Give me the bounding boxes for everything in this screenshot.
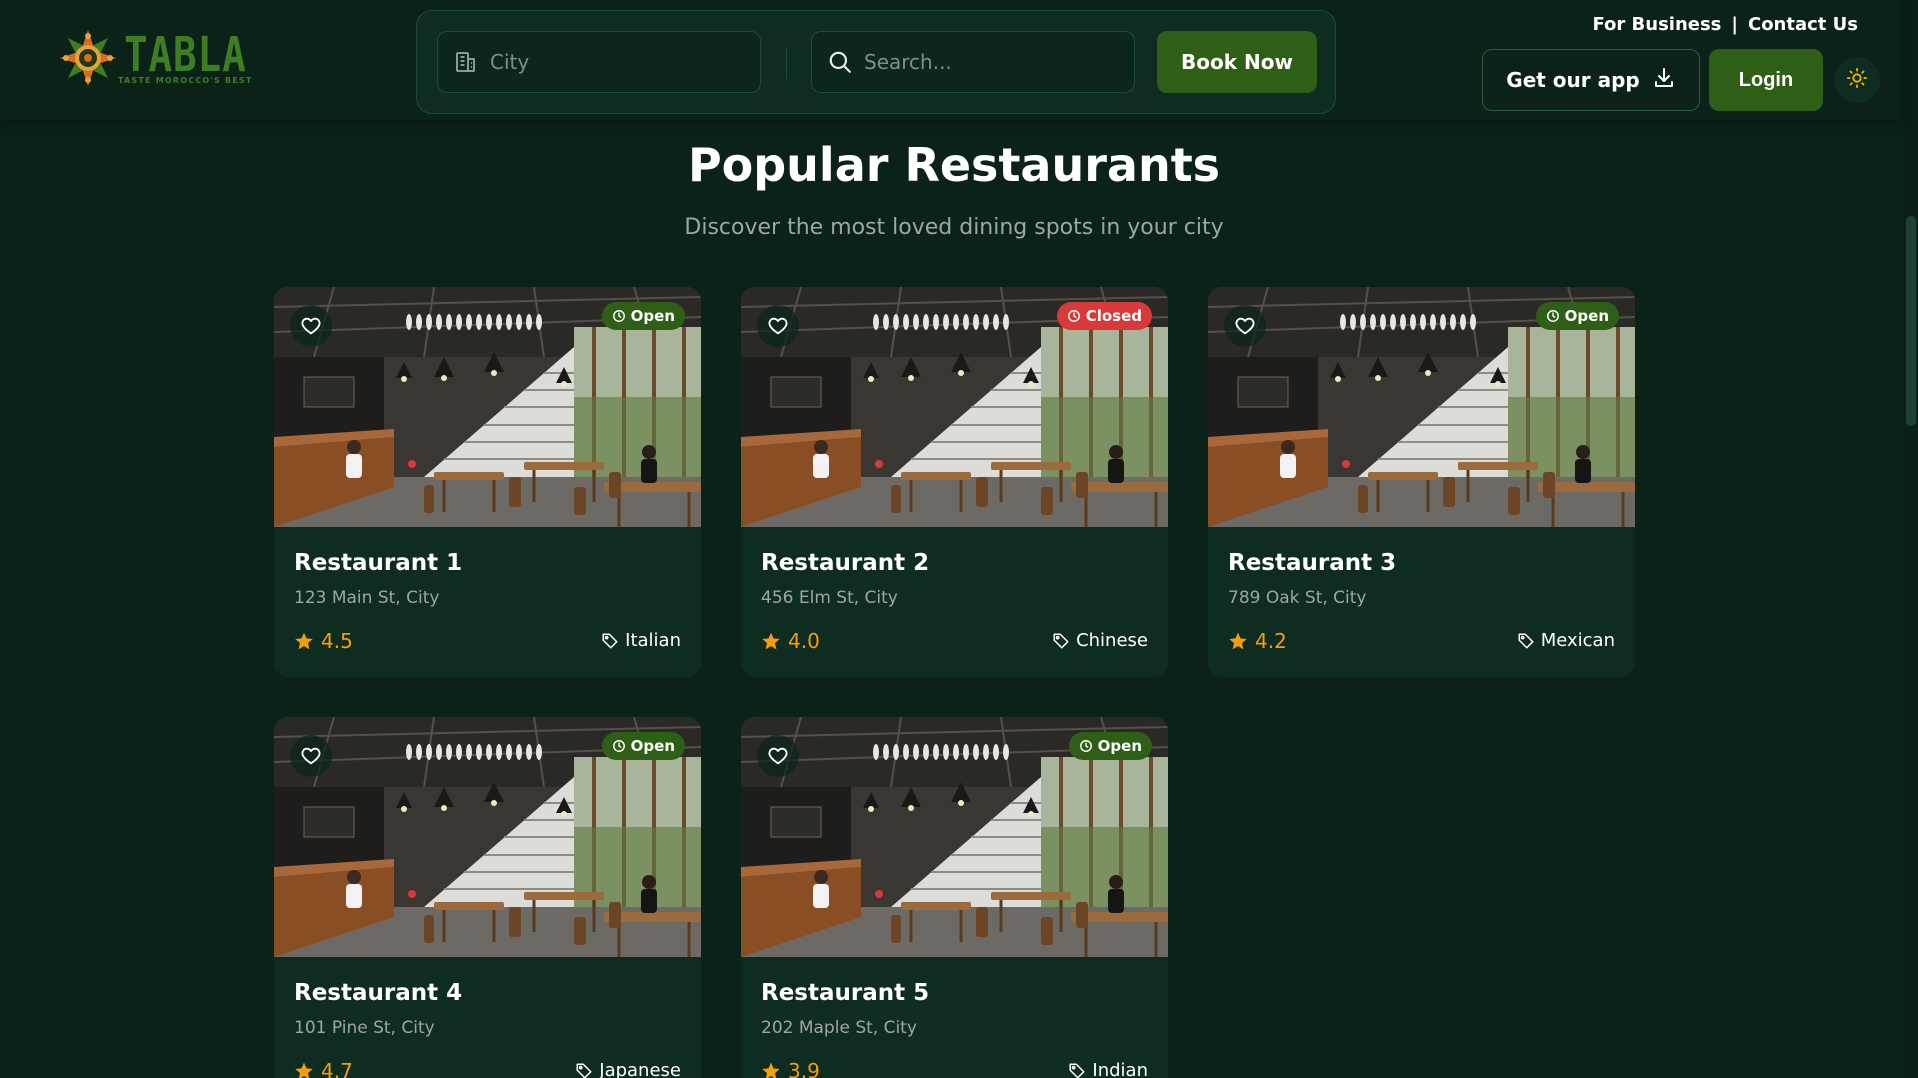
- clock-icon: [612, 310, 625, 322]
- theme-toggle-button[interactable]: [1834, 57, 1880, 103]
- cuisine-tag: Chinese: [1052, 630, 1148, 651]
- top-links: For Business | Contact Us: [1592, 14, 1858, 35]
- for-business-link[interactable]: For Business: [1592, 14, 1721, 35]
- tag-icon: [602, 633, 618, 648]
- star-icon: [295, 1062, 313, 1078]
- cuisine-tag: Mexican: [1517, 630, 1615, 651]
- rating-value: 4.0: [788, 629, 820, 653]
- heart-icon: [1235, 317, 1255, 335]
- search-input[interactable]: [864, 50, 1104, 74]
- scrollbar-thumb[interactable]: [1906, 216, 1916, 426]
- star-icon: [762, 632, 780, 650]
- status-badge: Open: [1068, 732, 1152, 760]
- tabla-logo[interactable]: TABLA TASTE MOROCCO'S BEST: [58, 28, 274, 88]
- download-icon: [1652, 66, 1676, 95]
- city-input[interactable]: [490, 50, 730, 74]
- restaurant-card[interactable]: Open Restaurant 4 101 Pine St, City 4.7 …: [274, 717, 701, 1078]
- get-app-button[interactable]: Get our app: [1482, 49, 1700, 111]
- sun-icon: [1846, 67, 1868, 93]
- restaurant-address: 123 Main St, City: [294, 588, 440, 608]
- status-label: Closed: [1085, 307, 1142, 325]
- favorite-button[interactable]: [757, 735, 799, 777]
- rating: 4.0: [761, 629, 820, 653]
- restaurant-name[interactable]: Restaurant 5: [761, 980, 929, 1006]
- logo-wordmark: TABLA: [124, 26, 247, 83]
- favorite-button[interactable]: [290, 735, 332, 777]
- cuisine-label: Chinese: [1076, 630, 1148, 651]
- restaurant-address: 101 Pine St, City: [294, 1018, 435, 1038]
- heart-icon: [301, 747, 321, 765]
- restaurant-card[interactable]: Open Restaurant 5 202 Maple St, City 3.9…: [741, 717, 1168, 1078]
- status-label: Open: [1097, 737, 1142, 755]
- links-separator: |: [1731, 14, 1738, 35]
- city-field[interactable]: [437, 31, 761, 93]
- top-navbar: TABLA TASTE MOROCCO'S BEST City Search..…: [0, 0, 1900, 120]
- status-badge: Open: [601, 302, 685, 330]
- building-icon: [452, 48, 480, 76]
- status-label: Open: [630, 307, 675, 325]
- contact-us-link[interactable]: Contact Us: [1748, 14, 1858, 35]
- star-icon: [1229, 632, 1247, 650]
- rating-value: 4.7: [321, 1059, 353, 1078]
- clock-icon: [612, 740, 625, 752]
- heart-icon: [768, 317, 788, 335]
- clock-icon: [1079, 740, 1092, 752]
- page-subtitle: Discover the most loved dining spots in …: [684, 215, 1224, 240]
- restaurant-name[interactable]: Restaurant 2: [761, 550, 929, 576]
- heart-icon: [301, 317, 321, 335]
- favorite-button[interactable]: [1224, 305, 1266, 347]
- favorite-button[interactable]: [290, 305, 332, 347]
- rating: 4.2: [1228, 629, 1287, 653]
- rating-value: 3.9: [788, 1059, 820, 1078]
- tabla-emblem-icon: [60, 30, 116, 86]
- cuisine-tag: Indian: [1068, 1060, 1148, 1078]
- rating-value: 4.2: [1255, 629, 1287, 653]
- search-panel: Book Now: [416, 10, 1336, 114]
- tag-icon: [576, 1063, 592, 1078]
- rating: 3.9: [761, 1059, 820, 1078]
- tag-icon: [1053, 633, 1069, 648]
- cuisine-tag: Japanese: [575, 1060, 681, 1078]
- restaurant-card[interactable]: Open Restaurant 1 123 Main St, City 4.5 …: [274, 287, 701, 677]
- restaurant-name[interactable]: Restaurant 1: [294, 550, 462, 576]
- cuisine-label: Mexican: [1540, 630, 1615, 651]
- restaurant-name[interactable]: Restaurant 3: [1228, 550, 1396, 576]
- clock-icon: [1546, 310, 1559, 322]
- status-badge: Open: [1535, 302, 1619, 330]
- search-divider: [786, 47, 787, 79]
- favorite-button[interactable]: [757, 305, 799, 347]
- status-label: Open: [1564, 307, 1609, 325]
- page-title: Popular Restaurants: [687, 138, 1221, 192]
- status-badge: Open: [601, 732, 685, 760]
- status-label: Open: [630, 737, 675, 755]
- get-app-label: Get our app: [1506, 68, 1640, 92]
- cuisine-label: Indian: [1092, 1060, 1148, 1078]
- restaurant-card[interactable]: Open Restaurant 3 789 Oak St, City 4.2 M…: [1208, 287, 1635, 677]
- rating: 4.5: [294, 629, 353, 653]
- star-icon: [295, 632, 313, 650]
- status-badge: Closed: [1056, 302, 1152, 330]
- tag-icon: [1069, 1063, 1085, 1078]
- rating: 4.7: [294, 1059, 353, 1078]
- cuisine-label: Japanese: [599, 1060, 681, 1078]
- cuisine-tag: Italian: [601, 630, 681, 651]
- rating-value: 4.5: [321, 629, 353, 653]
- cuisine-label: Italian: [625, 630, 681, 651]
- search-field[interactable]: [811, 31, 1135, 93]
- book-now-button[interactable]: Book Now: [1157, 31, 1317, 93]
- star-icon: [762, 1062, 780, 1078]
- restaurant-address: 456 Elm St, City: [761, 588, 898, 608]
- tag-icon: [1518, 633, 1534, 648]
- login-button[interactable]: Login: [1709, 49, 1823, 111]
- search-icon: [826, 48, 854, 76]
- restaurant-name[interactable]: Restaurant 4: [294, 980, 462, 1006]
- restaurant-card[interactable]: Closed Restaurant 2 456 Elm St, City 4.0…: [741, 287, 1168, 677]
- restaurant-address: 789 Oak St, City: [1228, 588, 1367, 608]
- restaurant-address: 202 Maple St, City: [761, 1018, 917, 1038]
- heart-icon: [768, 747, 788, 765]
- clock-icon: [1067, 310, 1080, 322]
